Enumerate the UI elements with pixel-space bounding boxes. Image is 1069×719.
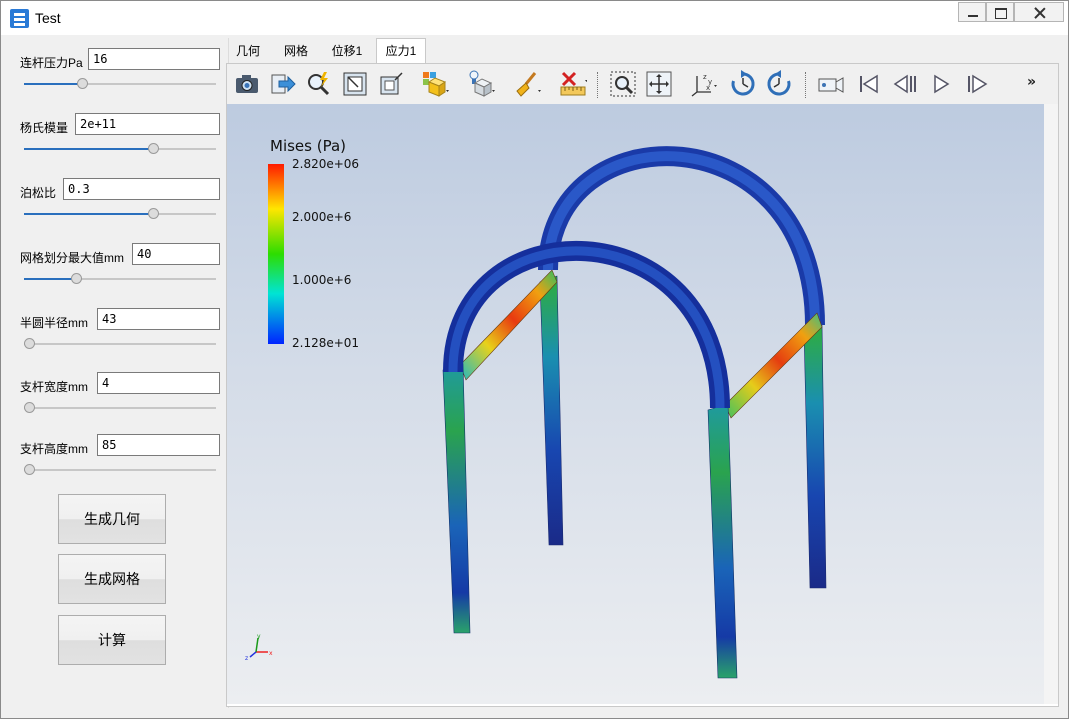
slider-thumb[interactable] [147,143,159,154]
strut-width-input[interactable] [97,372,220,394]
toolbar-separator [597,72,599,98]
prev-frame-icon[interactable] [891,70,919,98]
param-label: 连杆压力Pa [20,56,83,70]
compute-button[interactable]: 计算 [58,615,166,665]
z-axis-line [249,651,257,658]
mesh-max-size-input[interactable] [132,243,220,265]
poisson-ratio-input[interactable] [63,178,220,200]
slider-thumb[interactable] [24,338,35,349]
slider-fill [24,213,153,215]
axes-icon[interactable]: zyx [689,70,717,98]
param-label: 半圆半径mm [20,316,88,330]
orientation-axes: x y z [245,633,273,662]
window-title: Test [35,10,61,26]
legend-title: Mises (Pa) [270,137,346,155]
tab-mesh[interactable]: 网格 [276,40,316,62]
zoom-box-icon[interactable] [341,70,369,98]
poisson-ratio-slider[interactable] [24,208,216,220]
z-axis-label: z [245,655,248,662]
generate-mesh-button[interactable]: 生成网格 [58,554,166,604]
slider-thumb[interactable] [24,402,35,413]
parameter-panel: 连杆压力Pa 杨氏模量 泊松比 网格划分最大值mm [10,38,229,708]
camera-icon[interactable] [233,70,261,98]
tab-stress[interactable]: 应力1 [376,38,426,64]
clean-icon[interactable] [513,70,541,98]
stress-render: Mises (Pa) 2.820e+06 2.000e+6 1.000e+6 2… [245,137,827,679]
minimize-button[interactable] [958,2,986,22]
record-icon[interactable] [817,70,845,98]
rod-pressure-input[interactable] [88,48,220,70]
last-frame-icon[interactable] [963,70,991,98]
param-label: 网格划分最大值mm [20,251,124,265]
color-map-icon[interactable] [421,70,449,98]
legend-tick-min: 2.128e+01 [292,336,359,350]
param-label: 泊松比 [20,186,57,200]
legend-tick-1: 1.000e+6 [292,273,351,287]
title-bar: Test [1,1,1068,35]
slider-fill [24,148,153,150]
svg-text:x: x [706,84,710,92]
3d-viewport[interactable]: Mises (Pa) 2.820e+06 2.000e+6 1.000e+6 2… [227,104,1044,704]
tab-displacement[interactable]: 位移1 [324,40,370,62]
slider-thumb[interactable] [24,464,35,475]
close-button[interactable] [1014,2,1064,22]
export-icon[interactable] [269,70,297,98]
rod-pressure-slider[interactable] [24,78,216,90]
pan-icon[interactable] [645,70,673,98]
front-left-leg [442,363,471,634]
front-right-leg [707,403,738,679]
front-arch-highlight [448,246,725,409]
interact-icon[interactable] [305,70,333,98]
param-label: 杨氏模量 [20,121,69,135]
y-axis-line [255,637,259,653]
zoom-region-icon[interactable] [609,70,637,98]
y-axis-label: y [257,633,261,640]
strut-width-slider[interactable] [24,402,216,414]
toolbar-separator [805,72,807,98]
slider-thumb[interactable] [70,273,82,284]
rotate-ccw-icon[interactable] [765,70,793,98]
viewport-scrollbar[interactable] [1044,104,1058,704]
semicircle-radius-input[interactable] [97,308,220,330]
strut-height-input[interactable] [97,434,220,456]
svg-text:z: z [703,73,707,81]
legend-color-bar [268,164,284,344]
scalar-bar-legend: Mises (Pa) 2.820e+06 2.000e+6 1.000e+6 2… [268,137,359,350]
slider-track [24,469,216,471]
legend-tick-2: 2.000e+6 [292,210,351,224]
x-axis-label: x [269,650,273,657]
window-controls [958,2,1064,24]
generate-geometry-button[interactable]: 生成几何 [58,494,166,544]
semicircle-radius-slider[interactable] [24,338,216,350]
app-icon [10,9,29,28]
mesh-max-size-slider[interactable] [24,273,216,285]
play-icon[interactable] [927,70,955,98]
zoom-fit-icon[interactable] [377,70,405,98]
ruler-icon[interactable] [559,70,587,98]
slider-track [24,343,216,345]
slider-fill [24,83,82,85]
frame-model [442,146,827,679]
maximize-button[interactable] [986,2,1014,22]
param-label: 支杆宽度mm [20,380,88,394]
param-label: 支杆高度mm [20,442,88,456]
slider-track [24,407,216,409]
back-right-leg [803,323,827,589]
strut-height-slider[interactable] [24,464,216,476]
toolbar-overflow-button[interactable]: » [1027,74,1036,90]
youngs-modulus-slider[interactable] [24,143,216,155]
legend-tick-max: 2.820e+06 [292,157,359,171]
slider-thumb[interactable] [76,78,88,89]
back-left-leg [539,275,564,546]
tab-geometry[interactable]: 几何 [228,40,268,62]
view-toolbar: zyx » [227,64,1058,104]
youngs-modulus-input[interactable] [75,113,220,135]
slider-fill [24,278,76,280]
rotate-cw-icon[interactable] [729,70,757,98]
slider-thumb[interactable] [147,208,159,219]
display-mode-icon[interactable] [467,70,495,98]
first-frame-icon[interactable] [855,70,883,98]
